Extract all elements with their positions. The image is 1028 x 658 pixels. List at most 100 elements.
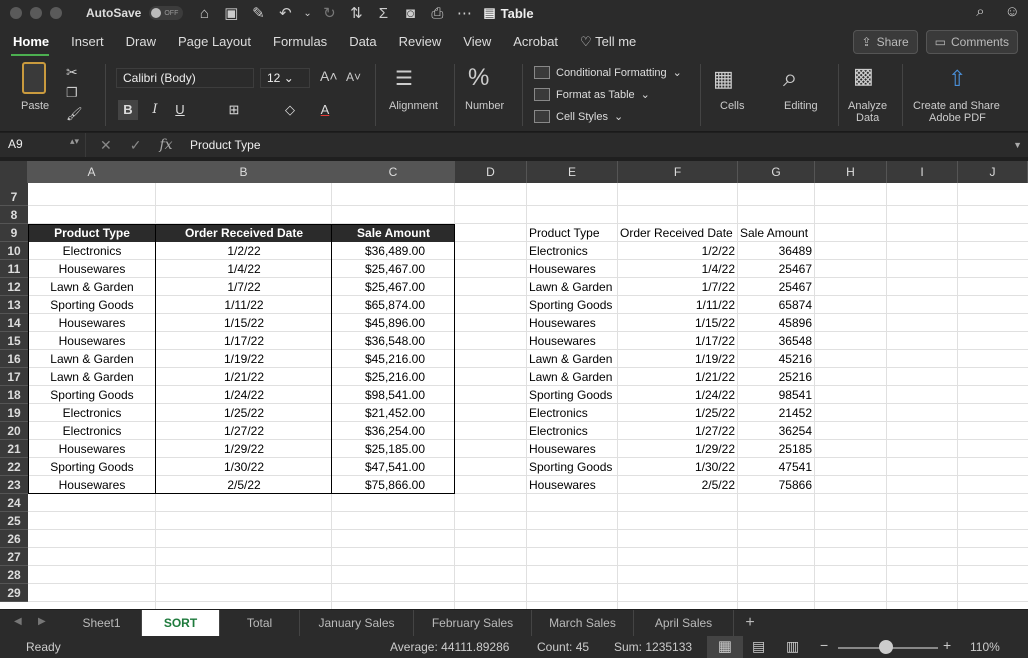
- row-header-19[interactable]: 19: [0, 404, 28, 422]
- zoom-window-button[interactable]: [50, 7, 62, 19]
- table-cell[interactable]: Lawn & Garden: [28, 350, 156, 368]
- spreadsheet-grid[interactable]: A B C D E F G H I J 7 8 9 10 11 12 13 14 15 16 17 18 19 20 21 22 2…: [0, 161, 1028, 609]
- plain-cell[interactable]: 1/27/22: [618, 422, 738, 440]
- table-cell[interactable]: 1/27/22: [156, 422, 332, 440]
- conditional-formatting-button[interactable]: Conditional Formatting ⌄: [534, 66, 682, 79]
- table-cell[interactable]: 1/19/22: [156, 350, 332, 368]
- table-cell[interactable]: Housewares: [28, 476, 156, 494]
- column-header-i[interactable]: I: [887, 161, 958, 183]
- paste-button[interactable]: [16, 62, 52, 98]
- column-header-b[interactable]: B: [156, 161, 332, 183]
- table-cell[interactable]: $25,467.00: [332, 278, 455, 296]
- chevron-down-icon[interactable]: ⌄: [303, 8, 311, 19]
- table-cell[interactable]: Lawn & Garden: [28, 368, 156, 386]
- table-cell[interactable]: $36,254.00: [332, 422, 455, 440]
- plain-cell[interactable]: 1/17/22: [618, 332, 738, 350]
- select-all-corner[interactable]: [0, 161, 28, 183]
- font-size-select[interactable]: 12 ⌄: [260, 68, 310, 88]
- name-box[interactable]: A9 ▴▾: [0, 133, 86, 157]
- row-header-8[interactable]: 8: [0, 206, 28, 224]
- table-cell[interactable]: $45,896.00: [332, 314, 455, 332]
- table-cell[interactable]: 1/4/22: [156, 260, 332, 278]
- insert-function-icon[interactable]: fx: [159, 137, 172, 154]
- alignment-icon[interactable]: ☰: [395, 66, 413, 91]
- page-layout-view-icon[interactable]: ▤: [752, 638, 765, 655]
- row-header-24[interactable]: 24: [0, 494, 28, 512]
- plain-cell[interactable]: 1/19/22: [618, 350, 738, 368]
- camera-icon[interactable]: ◙: [401, 5, 419, 22]
- table-cell[interactable]: Housewares: [28, 260, 156, 278]
- table-cell[interactable]: Housewares: [28, 440, 156, 458]
- add-sheet-button[interactable]: +: [738, 610, 762, 636]
- column-header-a[interactable]: A: [28, 161, 156, 183]
- row-header-28[interactable]: 28: [0, 566, 28, 584]
- table-cell[interactable]: Sporting Goods: [28, 458, 156, 476]
- table-cell[interactable]: $21,452.00: [332, 404, 455, 422]
- column-header-j[interactable]: J: [958, 161, 1028, 183]
- plain-cell[interactable]: 45216: [738, 350, 815, 368]
- column-header-g[interactable]: G: [738, 161, 815, 183]
- table-cell[interactable]: $25,467.00: [332, 260, 455, 278]
- cells-icon[interactable]: ▦: [713, 66, 734, 92]
- plain-cell[interactable]: 1/2/22: [618, 242, 738, 260]
- plain-cell[interactable]: 45896: [738, 314, 815, 332]
- expand-formula-icon[interactable]: ▼: [1013, 140, 1028, 150]
- bold-button[interactable]: B: [118, 100, 138, 120]
- plain-header-cell[interactable]: Order Received Date: [620, 224, 740, 242]
- plain-cell[interactable]: 25467: [738, 260, 815, 278]
- account-icon[interactable]: ☺: [1005, 3, 1020, 20]
- table-cell[interactable]: $36,489.00: [332, 242, 455, 260]
- row-header-18[interactable]: 18: [0, 386, 28, 404]
- row-header-25[interactable]: 25: [0, 512, 28, 530]
- tab-data[interactable]: Data: [338, 26, 387, 58]
- plain-cell[interactable]: 1/4/22: [618, 260, 738, 278]
- adobe-pdf-icon[interactable]: ⇧: [948, 66, 966, 92]
- plain-cell[interactable]: 36548: [738, 332, 815, 350]
- column-header-e[interactable]: E: [527, 161, 618, 183]
- table-header-cell[interactable]: Product Type: [28, 224, 156, 242]
- plain-cell[interactable]: Sporting Goods: [527, 458, 618, 476]
- plain-cell[interactable]: 65874: [738, 296, 815, 314]
- table-cell[interactable]: 1/30/22: [156, 458, 332, 476]
- undo-icon[interactable]: ↶: [276, 4, 294, 22]
- row-header-11[interactable]: 11: [0, 260, 28, 278]
- borders-icon[interactable]: ⊞: [224, 100, 244, 120]
- table-cell[interactable]: $98,541.00: [332, 386, 455, 404]
- plain-cell[interactable]: 47541: [738, 458, 815, 476]
- normal-view-icon[interactable]: ▦: [707, 636, 743, 658]
- scroll-left-icon[interactable]: ◀: [14, 616, 22, 627]
- row-header-13[interactable]: 13: [0, 296, 28, 314]
- plain-cell[interactable]: Lawn & Garden: [527, 368, 618, 386]
- table-cell[interactable]: $25,185.00: [332, 440, 455, 458]
- plain-cell[interactable]: Housewares: [527, 440, 618, 458]
- row-header-27[interactable]: 27: [0, 548, 28, 566]
- close-window-button[interactable]: [10, 7, 22, 19]
- table-cell[interactable]: Electronics: [28, 422, 156, 440]
- column-header-d[interactable]: D: [455, 161, 527, 183]
- table-header-cell[interactable]: Order Received Date: [156, 224, 332, 242]
- analyze-data-icon[interactable]: ▩: [853, 63, 874, 89]
- tab-formulas[interactable]: Formulas: [262, 26, 338, 58]
- table-cell[interactable]: $65,874.00: [332, 296, 455, 314]
- plain-cell[interactable]: Housewares: [527, 314, 618, 332]
- table-cell[interactable]: Lawn & Garden: [28, 278, 156, 296]
- stepper-icon[interactable]: ▴▾: [70, 136, 79, 147]
- table-cell[interactable]: 1/15/22: [156, 314, 332, 332]
- plain-cell[interactable]: 75866: [738, 476, 815, 494]
- editing-icon[interactable]: ⌕: [783, 62, 798, 94]
- plain-cell[interactable]: 25185: [738, 440, 815, 458]
- cut-icon[interactable]: ✂: [66, 64, 78, 81]
- tell-me-search[interactable]: ♡ Tell me: [569, 26, 647, 58]
- home-icon[interactable]: ⌂: [195, 5, 213, 22]
- page-break-view-icon[interactable]: ▥: [786, 638, 799, 655]
- format-painter-icon[interactable]: 🖌: [66, 106, 83, 122]
- plain-cell[interactable]: Housewares: [527, 260, 618, 278]
- zoom-in-button[interactable]: +: [943, 637, 951, 653]
- tab-acrobat[interactable]: Acrobat: [502, 26, 569, 58]
- more-icon[interactable]: ⋯: [455, 4, 473, 22]
- plain-cell[interactable]: 21452: [738, 404, 815, 422]
- autosave-toggle[interactable]: OFF: [149, 6, 184, 20]
- row-header-15[interactable]: 15: [0, 332, 28, 350]
- tab-sheet-april-sales[interactable]: April Sales: [634, 610, 734, 636]
- zoom-level[interactable]: 110%: [970, 640, 1000, 654]
